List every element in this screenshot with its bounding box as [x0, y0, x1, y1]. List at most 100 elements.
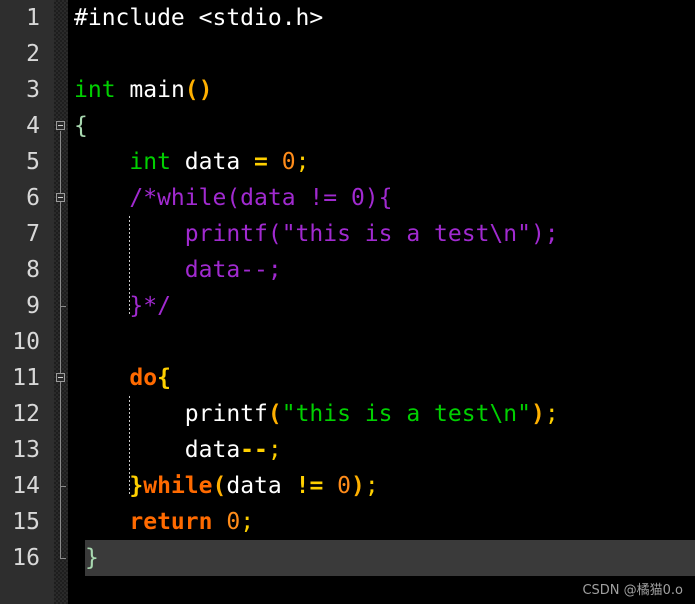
code-token: int — [74, 77, 116, 103]
line-number: 8 — [26, 257, 40, 283]
code-token: #include <stdio.h> — [74, 5, 324, 31]
indent-guide — [129, 396, 131, 494]
code-token: data — [74, 437, 241, 463]
code-token: data — [170, 149, 255, 175]
code-line-text: return 0; — [68, 504, 254, 540]
line-number: 11 — [12, 365, 40, 391]
line-number: 9 — [26, 293, 40, 319]
code-editor: 1 2 3 4 5 6 7 8 9 10 11 12 13 14 15 16 #include <stdio.… — [0, 0, 695, 604]
code-token: = — [254, 149, 268, 175]
line-number: 15 — [12, 509, 40, 535]
code-token: main — [129, 77, 185, 103]
code-line[interactable]: int main() — [68, 72, 695, 108]
code-line[interactable]: data--; — [68, 432, 695, 468]
line-number: 6 — [26, 185, 40, 211]
line-number: 3 — [26, 77, 40, 103]
fold-margin[interactable] — [54, 0, 68, 604]
code-token: } — [85, 545, 99, 571]
code-line-text: printf("this is a test\n"); — [68, 216, 559, 252]
code-token: ) — [530, 401, 545, 427]
fold-toggle-icon[interactable] — [56, 121, 65, 130]
code-token: != — [295, 473, 324, 499]
line-number: 10 — [12, 329, 40, 355]
code-line-text: int main() — [68, 72, 213, 108]
code-line[interactable] — [68, 324, 695, 360]
code-token: { — [157, 365, 171, 391]
code-token: data — [226, 473, 282, 499]
code-line[interactable]: { — [68, 108, 695, 144]
code-line[interactable]: printf("this is a test\n"); — [68, 216, 695, 252]
code-line-text: data--; — [68, 432, 282, 468]
code-token: 0 — [226, 509, 241, 535]
code-line[interactable]: }*/ — [68, 288, 695, 324]
code-token: while — [143, 473, 213, 499]
code-line[interactable]: }while(data != 0); — [68, 468, 695, 504]
code-line[interactable]: /*while(data != 0){ — [68, 180, 695, 216]
line-number-gutter: 1 2 3 4 5 6 7 8 9 10 11 12 13 14 15 16 — [0, 0, 54, 604]
code-line-text: }while(data != 0); — [68, 468, 379, 504]
code-token: }*/ — [74, 293, 171, 319]
line-number: 12 — [12, 401, 40, 427]
code-token: { — [74, 113, 88, 139]
line-number: 2 — [26, 41, 40, 67]
code-line-text: data--; — [68, 252, 282, 288]
code-line[interactable]: int data = 0; — [68, 144, 695, 180]
code-token: 0 — [281, 149, 296, 175]
code-line[interactable]: return 0; — [68, 504, 695, 540]
code-line[interactable]: #include <stdio.h> — [68, 0, 695, 36]
code-token: 0 — [337, 473, 352, 499]
code-token: -- — [240, 437, 268, 463]
line-number: 7 — [26, 221, 40, 247]
fold-toggle-icon[interactable] — [56, 373, 65, 382]
code-line[interactable]: do{ — [68, 360, 695, 396]
code-line[interactable]: data--; — [68, 252, 695, 288]
code-token: ( — [212, 473, 227, 499]
line-number: 4 — [26, 113, 40, 139]
code-content-area[interactable]: #include <stdio.h> int main(){ int data =… — [68, 0, 695, 604]
code-token: ( — [267, 401, 282, 427]
code-token: } — [129, 473, 144, 499]
code-token: "this is a test\n" — [281, 401, 531, 427]
code-line-text: } — [85, 540, 99, 576]
fold-region-line — [60, 203, 61, 306]
code-token: ; — [240, 509, 255, 535]
line-number: 5 — [26, 149, 40, 175]
fold-region-line — [60, 383, 61, 486]
code-token: ; — [267, 437, 282, 463]
code-token: ; — [544, 401, 559, 427]
code-token: int — [129, 149, 171, 175]
code-line[interactable]: printf("this is a test\n"); — [68, 396, 695, 432]
code-line-active[interactable]: } — [85, 540, 695, 576]
code-token: printf("this is a test\n"); — [74, 221, 559, 247]
fold-region-end-tick — [60, 306, 66, 307]
indent-guide — [129, 216, 131, 314]
code-line[interactable] — [68, 36, 695, 72]
code-token: do — [129, 365, 158, 391]
code-line-text: printf("this is a test\n"); — [68, 396, 559, 432]
code-token: () — [184, 77, 213, 103]
line-number: 13 — [12, 437, 40, 463]
code-token: ; — [364, 473, 379, 499]
fold-toggle-icon[interactable] — [56, 193, 65, 202]
code-token: ; — [295, 149, 310, 175]
code-token: data--; — [74, 257, 282, 283]
fold-region-end-tick — [60, 486, 66, 487]
code-line-text: { — [68, 108, 88, 144]
fold-region-end-tick — [60, 558, 66, 559]
code-token: return — [129, 509, 213, 535]
watermark-label: CSDN @橘猫0.o — [582, 583, 683, 598]
code-token: /*while(data != 0){ — [74, 185, 393, 211]
code-token: printf — [184, 401, 268, 427]
code-line-text: do{ — [68, 360, 171, 396]
code-token: ) — [351, 473, 365, 499]
line-number: 1 — [26, 5, 40, 31]
code-line-text: int data = 0; — [68, 144, 309, 180]
